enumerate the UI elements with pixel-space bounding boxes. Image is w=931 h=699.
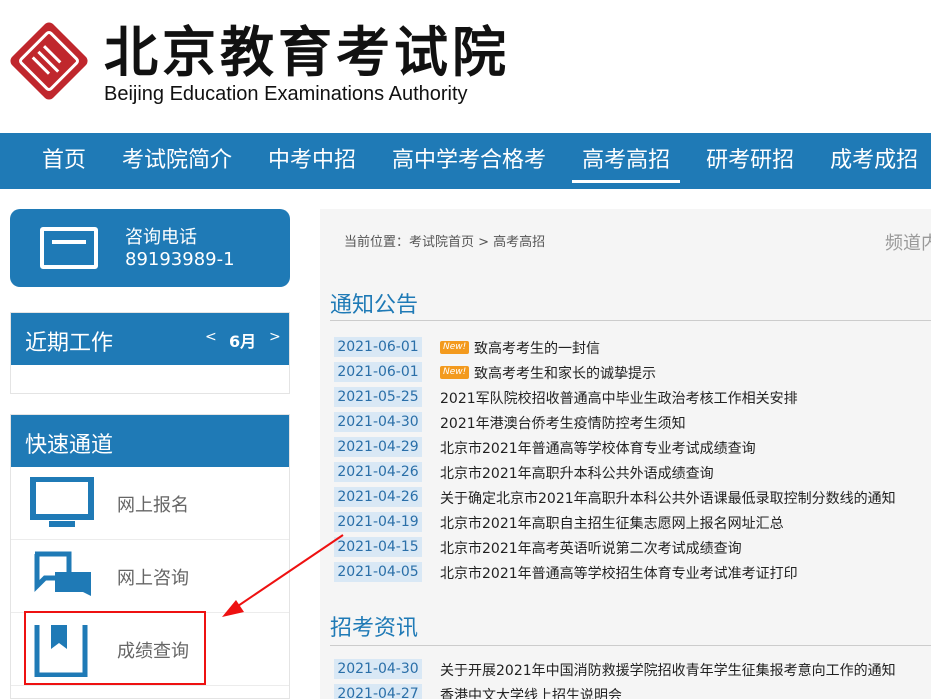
nav-item-yankao[interactable]: 研考研招	[688, 133, 812, 189]
month-prev-button[interactable]: <	[205, 329, 217, 345]
logo-english-name: Beijing Education Examinations Authority	[104, 83, 468, 105]
news-row[interactable]: 2021-04-27 香港中文大学线上招生说明会	[334, 682, 931, 699]
phone-label: 咨询电话	[125, 227, 197, 248]
news-row[interactable]: 2021-04-30 关于开展2021年中国消防救援学院招收青年学生征集报考意向工…	[334, 657, 931, 682]
monitor-icon	[30, 477, 94, 527]
recent-work-panel: 近期工作 < 6月 >	[10, 312, 290, 394]
main-content: 当前位置：考试院首页 > 高考高招 频道内 通知公告 2021-06-01 New…	[320, 209, 931, 699]
news-row[interactable]: 2021-04-29 北京市2021年普通高等学校体育专业考试成绩查询	[334, 435, 931, 460]
news-title-link[interactable]: 2021年港澳台侨考生疫情防控考生须知	[440, 413, 686, 433]
section-divider	[330, 645, 931, 646]
news-row[interactable]: 2021-06-01 New! 致高考考生的一封信	[334, 335, 931, 360]
phone-number: 89193989-1	[125, 249, 235, 270]
news-row[interactable]: 2021-05-25 2021军队院校招收普通高中毕业生政治考核工作相关安排	[334, 385, 931, 410]
news-row[interactable]: 2021-04-19 北京市2021年高职自主招生征集志愿网上报名网址汇总	[334, 510, 931, 535]
news-title-link[interactable]: 北京市2021年高职升本科公共外语成绩查询	[440, 463, 714, 483]
news-date: 2021-04-29	[334, 437, 422, 457]
news-date: 2021-05-25	[334, 387, 422, 407]
consult-phone-box: 咨询电话 89193989-1	[10, 209, 290, 287]
news-date: 2021-04-30	[334, 412, 422, 432]
site-header: 北京教育考试院 Beijing Education Examinations A…	[0, 0, 931, 133]
nav-item-gaokao[interactable]: 高考高招	[564, 133, 688, 189]
news-row[interactable]: 2021-06-01 New! 致高考考生和家长的诚挚提示	[334, 360, 931, 385]
news-date: 2021-06-01	[334, 337, 422, 357]
news-title-link[interactable]: 北京市2021年高考英语听说第二次考试成绩查询	[440, 538, 742, 558]
section-title-notices: 通知公告	[330, 293, 419, 318]
recent-work-header: 近期工作 < 6月 >	[11, 313, 289, 365]
news-title-link[interactable]: 致高考考生的一封信	[474, 338, 600, 358]
news-date: 2021-04-30	[334, 659, 422, 679]
logo-chinese-name: 北京教育考试院	[104, 20, 510, 84]
quick-item-online-consult[interactable]: 网上咨询	[11, 540, 289, 613]
news-date: 2021-04-27	[334, 684, 422, 699]
phone-card-icon	[40, 227, 98, 269]
news-date: 2021-04-26	[334, 462, 422, 482]
main-nav: 首页 考试院简介 中考中招 高中学考合格考 高考高招 研考研招 成考成招	[0, 133, 931, 189]
notices-list: 2021-06-01 New! 致高考考生的一封信 2021-06-01 New! 致高考…	[334, 335, 931, 585]
section-title-news: 招考资讯	[330, 616, 419, 641]
channel-search-label: 频道内	[885, 233, 931, 254]
news-row[interactable]: 2021-04-26 关于确定北京市2021年高职升本科公共外语课最低录取控制分数…	[334, 485, 931, 510]
chat-icon	[34, 551, 91, 596]
news-title-link[interactable]: 关于确定北京市2021年高职升本科公共外语课最低录取控制分数线的通知	[440, 488, 896, 508]
news-date: 2021-06-01	[334, 362, 422, 382]
news-title-link[interactable]: 北京市2021年普通高等学校招生体育专业考试准考证打印	[440, 563, 798, 583]
news-title-link[interactable]: 北京市2021年高职自主招生征集志愿网上报名网址汇总	[440, 513, 784, 533]
quick-item-online-registration[interactable]: 网上报名	[11, 467, 289, 540]
nav-item-home[interactable]: 首页	[24, 133, 104, 189]
news-row[interactable]: 2021-04-05 北京市2021年普通高等学校招生体育专业考试准考证打印	[334, 560, 931, 585]
recent-work-title: 近期工作	[25, 331, 114, 356]
news-row[interactable]: 2021-04-15 北京市2021年高考英语听说第二次考试成绩查询	[334, 535, 931, 560]
quick-item-label: 网上咨询	[117, 568, 189, 589]
news-row[interactable]: 2021-04-26 北京市2021年高职升本科公共外语成绩查询	[334, 460, 931, 485]
nav-item-zhongkao[interactable]: 中考中招	[250, 133, 374, 189]
news-title-link[interactable]: 关于开展2021年中国消防救援学院招收青年学生征集报考意向工作的通知	[440, 660, 896, 680]
news-date: 2021-04-15	[334, 537, 422, 557]
logo-icon	[10, 22, 88, 100]
news-title-link[interactable]: 致高考考生和家长的诚挚提示	[474, 363, 656, 383]
news-title-link[interactable]: 北京市2021年普通高等学校体育专业考试成绩查询	[440, 438, 756, 458]
new-badge: New!	[440, 341, 470, 354]
nav-item-about[interactable]: 考试院简介	[104, 133, 250, 189]
highlight-box	[24, 611, 206, 685]
news-date: 2021-04-26	[334, 487, 422, 507]
breadcrumb: 当前位置：考试院首页 > 高考高招	[344, 235, 546, 250]
news-title-link[interactable]: 香港中文大学线上招生说明会	[440, 685, 622, 699]
month-label: 6月	[229, 332, 257, 351]
month-next-button[interactable]: >	[269, 329, 281, 345]
nav-item-chengkao[interactable]: 成考成招	[812, 133, 931, 189]
new-badge: New!	[440, 366, 470, 379]
news-row[interactable]: 2021-04-30 2021年港澳台侨考生疫情防控考生须知	[334, 410, 931, 435]
news-date: 2021-04-05	[334, 562, 422, 582]
news-list: 2021-04-30 关于开展2021年中国消防救援学院招收青年学生征集报考意向工…	[334, 657, 931, 699]
quick-channel-header: 快速通道	[11, 415, 289, 467]
news-title-link[interactable]: 2021军队院校招收普通高中毕业生政治考核工作相关安排	[440, 388, 798, 408]
nav-item-xuekao[interactable]: 高中学考合格考	[374, 133, 564, 189]
quick-channel-title: 快速通道	[25, 433, 114, 458]
section-divider	[330, 320, 931, 321]
news-date: 2021-04-19	[334, 512, 422, 532]
quick-item-label: 网上报名	[117, 495, 189, 516]
